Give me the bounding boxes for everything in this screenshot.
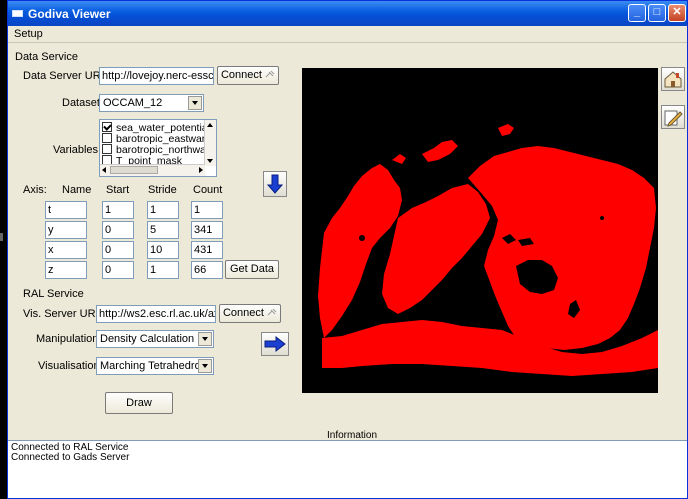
manipulation-label: Manipulation: — [36, 333, 102, 345]
chevron-down-icon[interactable] — [198, 332, 212, 346]
visualisation-label: Visualisation: — [38, 360, 103, 372]
axis-stride-field[interactable]: 1 — [147, 201, 179, 219]
variable-checkbox[interactable] — [102, 122, 112, 132]
data-server-url-input[interactable]: http://lovejoy.nerc-essc.ac — [99, 67, 214, 85]
axis-start-field[interactable]: 0 — [102, 221, 134, 239]
list-item[interactable]: barotropic_northwarc — [102, 144, 215, 156]
vis-server-url-label: Vis. Server URL: — [23, 308, 105, 320]
edge-tick — [0, 233, 3, 241]
pencil-icon — [664, 110, 683, 127]
vis-server-url-input[interactable]: http://ws2.esc.rl.ac.uk/axis/s — [96, 305, 216, 323]
scroll-left-icon[interactable] — [102, 167, 106, 173]
home-button[interactable] — [661, 67, 685, 91]
scroll-up-icon[interactable] — [207, 123, 213, 127]
godiva-viewer-window: Godiva Viewer _ □ ✕ Setup Data Service D… — [7, 0, 688, 499]
axis-start-field[interactable]: 0 — [102, 261, 134, 279]
close-button[interactable]: ✕ — [668, 4, 686, 22]
draw-button[interactable]: Draw — [105, 392, 173, 414]
get-data-button[interactable]: Get Data — [225, 260, 279, 279]
ral-service-heading: RAL Service — [23, 288, 84, 300]
axis-start-field[interactable]: 1 — [102, 201, 134, 219]
axis-count-field[interactable]: 341 — [191, 221, 223, 239]
manipulation-select[interactable]: Density Calculation — [96, 330, 214, 348]
plug-icon — [267, 308, 277, 316]
axis-stride-field[interactable]: 1 — [147, 261, 179, 279]
axis-name-field[interactable]: x — [45, 241, 87, 259]
map-canvas[interactable] — [302, 68, 658, 393]
scroll-thumb[interactable] — [110, 166, 158, 174]
axis-header-stride: Stride — [148, 184, 177, 196]
variables-horizontal-scrollbar[interactable] — [100, 164, 205, 176]
menu-bar: Setup — [8, 26, 687, 43]
download-button[interactable] — [263, 171, 287, 197]
information-log[interactable]: Connected to RAL Service Connected to Ga… — [8, 440, 687, 498]
axis-header-start: Start — [106, 184, 130, 196]
visualisation-select[interactable]: Marching Tetrahedron — [96, 357, 214, 375]
scroll-right-icon[interactable] — [199, 167, 203, 173]
axis-stride-field[interactable]: 10 — [147, 241, 179, 259]
title-bar[interactable]: Godiva Viewer _ □ ✕ — [8, 1, 687, 26]
axis-name-field[interactable]: t — [45, 201, 87, 219]
variables-list[interactable]: sea_water_potential_ barotropic_eastward… — [99, 119, 217, 177]
data-service-heading: Data Service — [15, 51, 78, 63]
axis-name-field[interactable]: z — [45, 261, 87, 279]
data-server-url-label: Data Server URL: — [23, 70, 110, 82]
variables-label: Variables: — [53, 144, 102, 156]
axis-header-count: Count — [193, 184, 223, 196]
arrow-right-icon — [264, 335, 286, 353]
visualisation-value: Marching Tetrahedron — [100, 360, 207, 372]
axis-name-field[interactable]: y — [45, 221, 87, 239]
axis-header-name: Name — [62, 184, 92, 196]
axis-stride-field[interactable]: 5 — [147, 221, 179, 239]
ral-connect-button[interactable]: Connect — [219, 304, 281, 323]
dataset-label: Dataset: — [62, 97, 103, 109]
axis-start-field[interactable]: 0 — [102, 241, 134, 259]
window-title: Godiva Viewer — [28, 7, 111, 21]
home-icon — [664, 71, 682, 88]
data-connect-label: Connect — [220, 69, 262, 81]
dataset-value: OCCAM_12 — [103, 97, 163, 109]
edit-button[interactable] — [661, 105, 685, 129]
app-window-icon — [12, 10, 23, 17]
axis-count-field[interactable]: 1 — [191, 201, 223, 219]
list-item[interactable]: sea_water_potential_ — [102, 122, 216, 134]
log-line: Connected to Gads Server — [11, 452, 130, 463]
axis-label: Axis: — [23, 184, 47, 196]
plug-icon — [265, 70, 275, 78]
dataset-select[interactable]: OCCAM_12 — [99, 94, 204, 112]
axis-count-field[interactable]: 66 — [191, 261, 223, 279]
ocean-map-image — [318, 124, 658, 376]
variables-vertical-scrollbar[interactable] — [204, 120, 216, 166]
scroll-down-icon[interactable] — [207, 159, 213, 163]
chevron-down-icon[interactable] — [188, 96, 202, 110]
arrow-down-icon — [266, 174, 284, 194]
variable-checkbox[interactable] — [102, 133, 112, 143]
axis-count-field[interactable]: 431 — [191, 241, 223, 259]
send-to-vis-button[interactable] — [261, 332, 289, 356]
maximize-button[interactable]: □ — [648, 4, 666, 22]
variable-checkbox[interactable] — [102, 144, 112, 154]
desktop-edge — [0, 0, 7, 499]
chevron-down-icon[interactable] — [198, 359, 212, 373]
ral-connect-label: Connect — [222, 307, 264, 319]
manipulation-value: Density Calculation — [100, 333, 195, 345]
data-connect-button[interactable]: Connect — [217, 66, 279, 85]
list-item[interactable]: barotropic_eastward_ — [102, 133, 216, 145]
menu-setup[interactable]: Setup — [14, 28, 43, 40]
minimize-button[interactable]: _ — [628, 4, 646, 22]
